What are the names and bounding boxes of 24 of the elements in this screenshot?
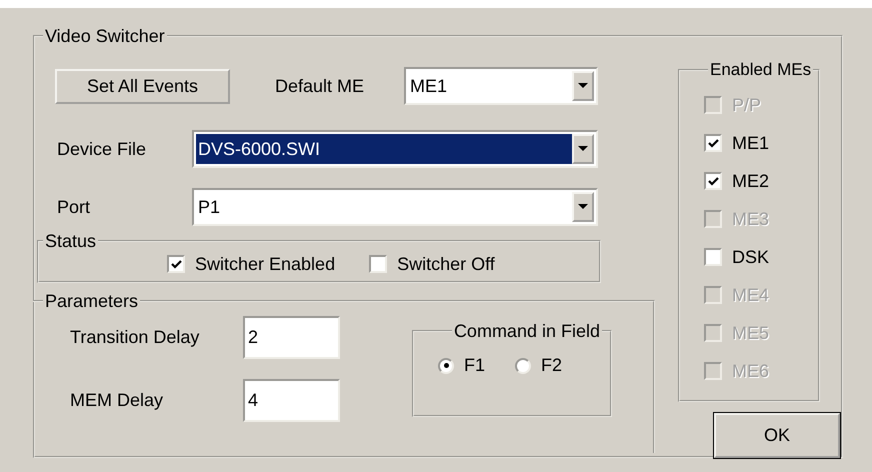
dropdown[interactable]: ME1	[404, 67, 598, 105]
group-title: Parameters	[44, 291, 140, 311]
text-field[interactable]: 2	[243, 316, 340, 359]
radio-label: F1	[464, 355, 486, 376]
dropdown[interactable]: P1	[192, 188, 598, 226]
checkbox-label: Switcher Off	[397, 254, 495, 274]
group-title: Status	[44, 231, 98, 251]
group-title: Command in Field	[452, 321, 601, 341]
ok-button[interactable]: OK	[714, 413, 840, 458]
radio-label: F2	[541, 355, 562, 376]
dropdown[interactable]: DVS-6000.SWI	[192, 130, 598, 168]
checkbox-label: ME1	[732, 132, 770, 154]
field-label: Default ME	[275, 76, 366, 96]
group-title: Video Switcher	[44, 26, 166, 46]
field-label: Transition Delay	[70, 327, 200, 348]
field-label: Port	[57, 196, 92, 218]
text-field[interactable]: 4	[243, 379, 340, 422]
field-label: MEM Delay	[70, 390, 164, 411]
checkbox-label: Switcher Enabled	[195, 254, 336, 274]
set-all-events-button[interactable]: Set All Events	[55, 68, 230, 104]
checkbox-label: ME2	[732, 170, 770, 192]
checkbox-label: DSK	[732, 246, 770, 268]
field-label: Device File	[57, 138, 148, 160]
group-title: Enabled MEs	[709, 60, 812, 80]
